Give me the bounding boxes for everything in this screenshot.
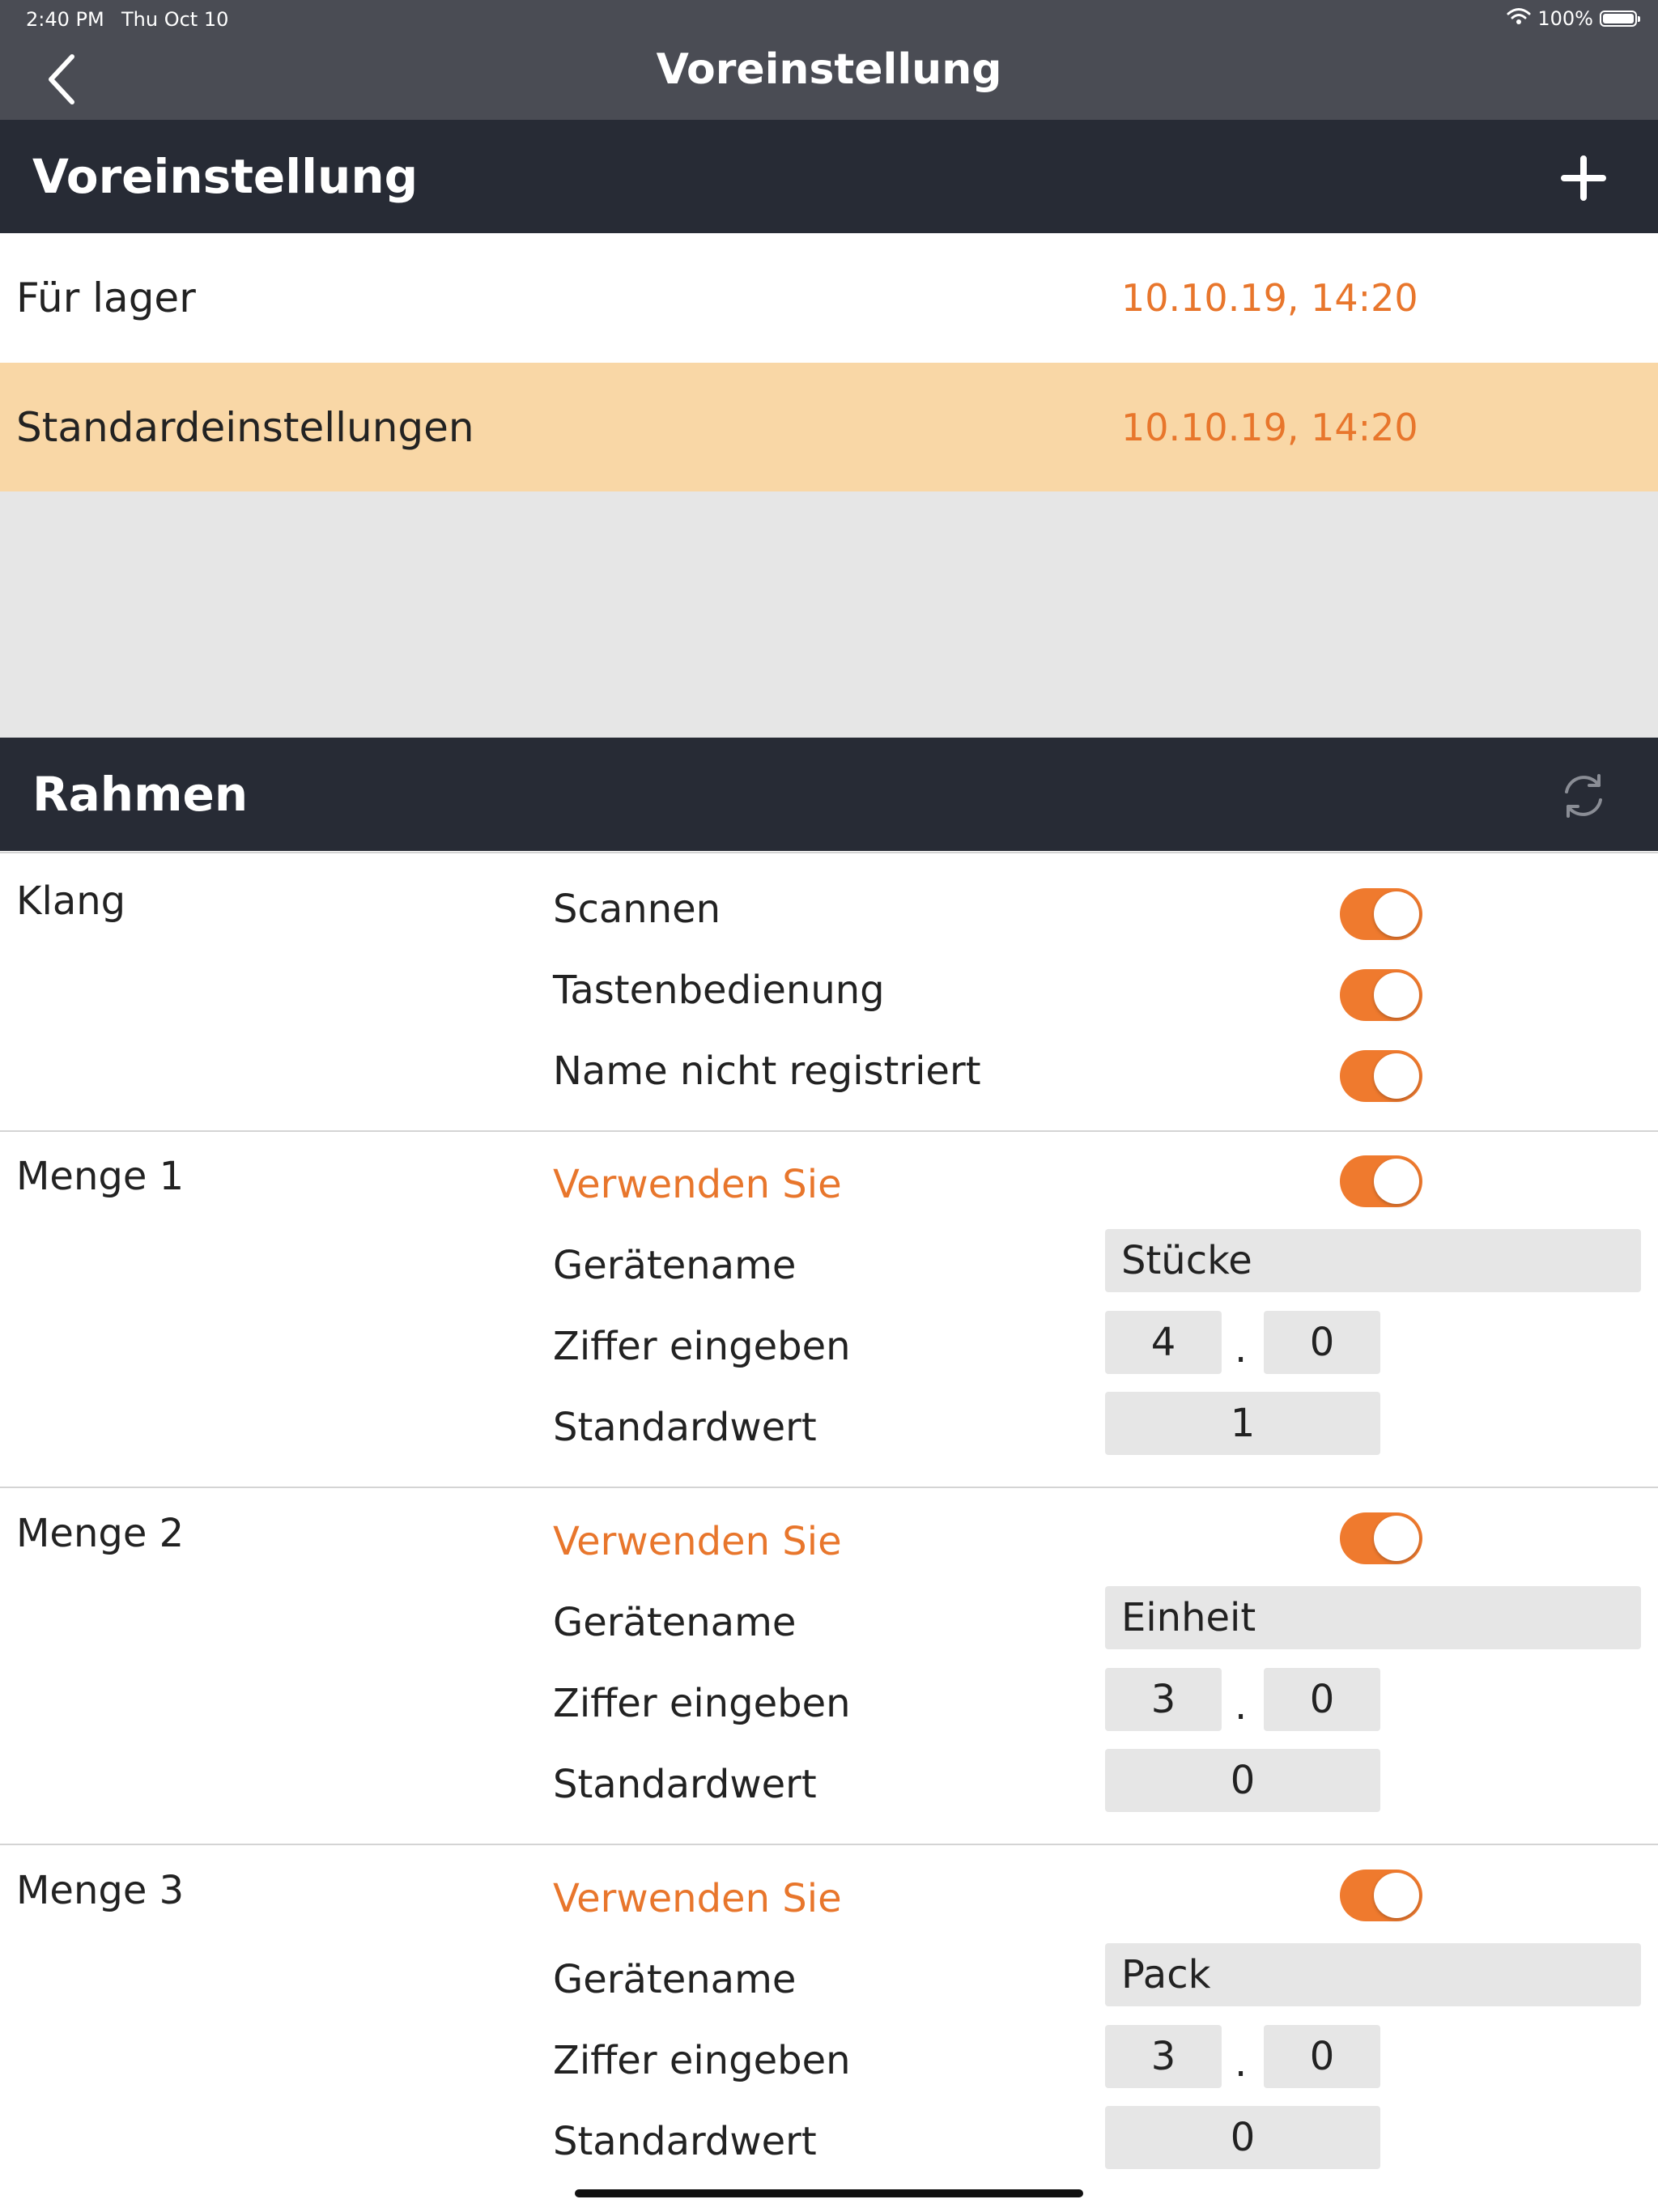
home-indicator[interactable] — [575, 2189, 1083, 2197]
toggle-knob — [1374, 1516, 1419, 1561]
preset-name: Für lager — [16, 274, 196, 321]
default-value-label-menge-3: Standardwert — [553, 2119, 817, 2164]
preset-list-empty-area — [0, 491, 1658, 738]
use-label-menge-3: Verwenden Sie — [553, 1876, 842, 1921]
toggle-use-menge-3[interactable] — [1340, 1870, 1422, 1921]
default-value-field-menge-2[interactable]: 0 — [1105, 1749, 1380, 1812]
presets-title: Voreinstellung — [32, 149, 419, 204]
toggle-name-nicht-registriert[interactable] — [1340, 1050, 1422, 1102]
nav-title: Voreinstellung — [656, 45, 1002, 94]
status-time: 2:40 PM — [26, 8, 104, 31]
toggle-use-menge-2[interactable] — [1340, 1512, 1422, 1564]
decimal-digits-field-menge-3[interactable]: 0 — [1264, 2025, 1380, 2088]
device-name-field-menge-1[interactable]: Stücke — [1105, 1229, 1641, 1292]
device-name-field-menge-2[interactable]: Einheit — [1105, 1586, 1641, 1649]
frame-header: Rahmen — [0, 738, 1658, 851]
integer-digits-field-menge-1[interactable]: 4 — [1105, 1311, 1222, 1374]
plus-icon — [1561, 155, 1606, 201]
default-value-field-menge-1[interactable]: 1 — [1105, 1392, 1380, 1455]
battery-percent: 100% — [1537, 7, 1593, 30]
device-name-label-menge-2: Gerätename — [553, 1600, 797, 1645]
preset-row-fuer-lager[interactable]: Für lager 10.10.19, 14:20 — [0, 233, 1658, 363]
preset-date: 10.10.19, 14:20 — [1121, 276, 1418, 320]
navigation-bar: Voreinstellung — [0, 37, 1658, 120]
add-preset-button[interactable] — [1558, 152, 1609, 204]
divider — [0, 1487, 1658, 1488]
refresh-button[interactable] — [1558, 770, 1609, 822]
group-label-klang: Klang — [16, 878, 126, 924]
status-bar: 2:40 PM Thu Oct 10 100% — [0, 0, 1658, 37]
device-name-label-menge-3: Gerätename — [553, 1957, 797, 2002]
toggle-tastenbedienung[interactable] — [1340, 969, 1422, 1021]
use-label-menge-1: Verwenden Sie — [553, 1162, 842, 1207]
status-date: Thu Oct 10 — [121, 8, 229, 31]
setting-label-scannen: Scannen — [553, 887, 721, 932]
wifi-icon — [1507, 7, 1531, 30]
device-name-label-menge-1: Gerätename — [553, 1243, 797, 1288]
use-label-menge-2: Verwenden Sie — [553, 1519, 842, 1564]
preset-date: 10.10.19, 14:20 — [1121, 406, 1418, 449]
divider — [0, 1130, 1658, 1132]
divider — [0, 852, 1658, 853]
default-value-field-menge-3[interactable]: 0 — [1105, 2106, 1380, 2169]
decimal-separator: . — [1235, 1683, 1248, 1729]
preset-name: Standardeinstellungen — [16, 404, 474, 451]
group-label-menge-3: Menge 3 — [16, 1868, 185, 1913]
digits-label-menge-1: Ziffer eingeben — [553, 1324, 851, 1369]
digits-label-menge-2: Ziffer eingeben — [553, 1681, 851, 1726]
frame-title: Rahmen — [32, 767, 249, 822]
decimal-separator: . — [1235, 1326, 1248, 1372]
divider — [0, 1844, 1658, 1845]
toggle-knob — [1374, 1053, 1419, 1099]
status-right: 100% — [1507, 7, 1640, 30]
presets-header: Voreinstellung — [0, 120, 1658, 233]
group-label-menge-2: Menge 2 — [16, 1511, 185, 1556]
toggle-knob — [1374, 891, 1419, 937]
refresh-icon — [1565, 774, 1602, 818]
default-value-label-menge-1: Standardwert — [553, 1405, 817, 1450]
integer-digits-field-menge-2[interactable]: 3 — [1105, 1668, 1222, 1731]
default-value-label-menge-2: Standardwert — [553, 1762, 817, 1807]
setting-label-name-nicht-registriert: Name nicht registriert — [553, 1049, 981, 1094]
toggle-use-menge-1[interactable] — [1340, 1155, 1422, 1207]
battery-icon — [1600, 11, 1640, 27]
toggle-knob — [1374, 972, 1419, 1018]
toggle-knob — [1374, 1159, 1419, 1204]
group-label-menge-1: Menge 1 — [16, 1154, 185, 1199]
toggle-scannen[interactable] — [1340, 888, 1422, 940]
integer-digits-field-menge-3[interactable]: 3 — [1105, 2025, 1222, 2088]
setting-label-tastenbedienung: Tastenbedienung — [553, 968, 885, 1013]
preset-row-standardeinstellungen[interactable]: Standardeinstellungen 10.10.19, 14:20 — [0, 363, 1658, 492]
toggle-knob — [1374, 1873, 1419, 1918]
device-name-field-menge-3[interactable]: Pack — [1105, 1943, 1641, 2006]
decimal-digits-field-menge-2[interactable]: 0 — [1264, 1668, 1380, 1731]
decimal-separator: . — [1235, 2040, 1248, 2086]
decimal-digits-field-menge-1[interactable]: 0 — [1264, 1311, 1380, 1374]
digits-label-menge-3: Ziffer eingeben — [553, 2038, 851, 2083]
